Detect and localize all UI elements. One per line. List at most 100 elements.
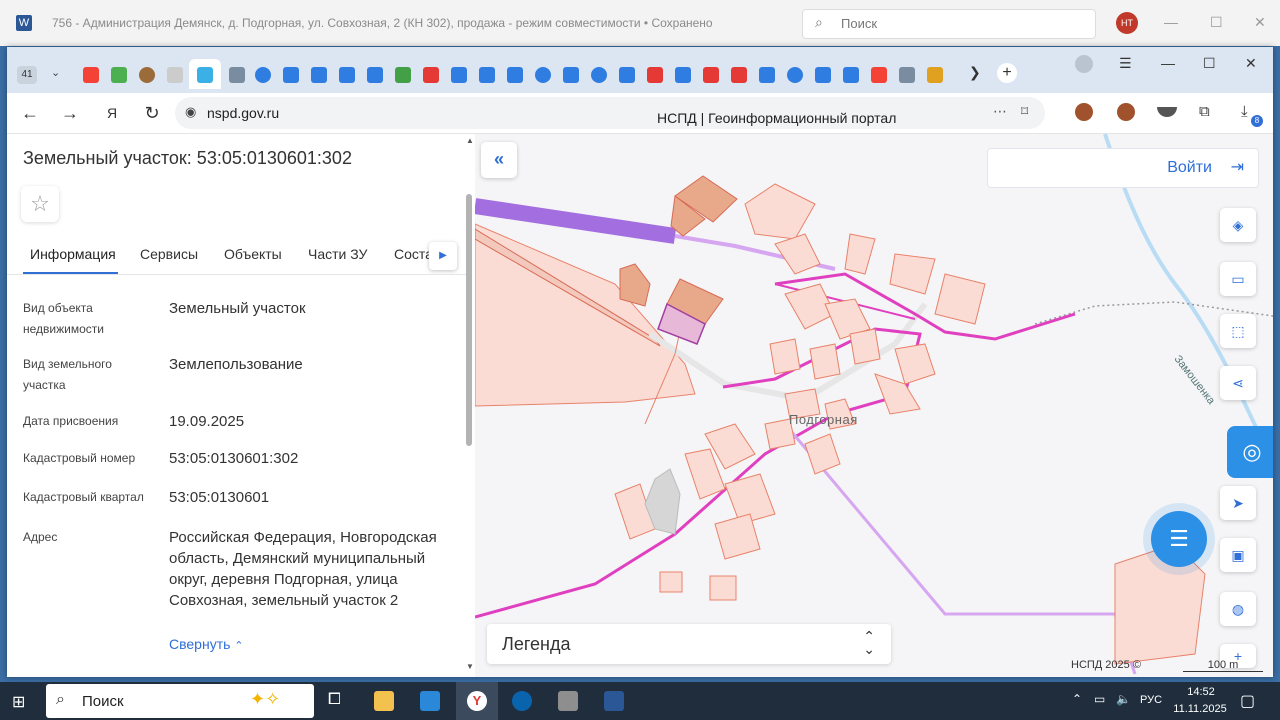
select-area-button[interactable]: ⬚: [1220, 314, 1256, 348]
extensions-icon[interactable]: ⧉: [1199, 103, 1210, 120]
taskbar-active-app[interactable]: Y: [456, 682, 498, 720]
tab-favicon[interactable]: [535, 67, 551, 83]
tab-favicon[interactable]: [563, 67, 579, 83]
legend-panel[interactable]: Легенда ⌃ ⌄: [487, 624, 891, 664]
tab-scroll-right-button[interactable]: ▶: [429, 242, 457, 270]
close-icon[interactable]: ✕: [1254, 14, 1266, 31]
scroll-down-icon[interactable]: ▼: [466, 662, 474, 671]
tab-favicon[interactable]: [167, 67, 183, 83]
bookmark-icon[interactable]: ⌑: [1021, 103, 1028, 120]
taskbar-search[interactable]: ⌕ Поиск ✦✧: [46, 684, 314, 718]
map-canvas[interactable]: [475, 134, 1273, 677]
chevron-right-icon[interactable]: ❯: [969, 64, 981, 81]
extension-icon[interactable]: [1117, 103, 1135, 121]
locate-button[interactable]: ➤: [1220, 486, 1256, 520]
tab-favicon[interactable]: [423, 67, 439, 83]
profile-icon[interactable]: [1075, 55, 1093, 73]
tab-favicon[interactable]: [731, 67, 747, 83]
ruler-button[interactable]: ▭: [1220, 262, 1256, 296]
tab-favicon[interactable]: [83, 67, 99, 83]
collapse-link[interactable]: Свернуть ⌃: [169, 636, 244, 652]
map-area[interactable]: Подгорная Замошенка « Войти ⇥ ◈ ▭ ⬚ ⋖ ◎ …: [475, 134, 1273, 677]
tab-favicon[interactable]: [507, 67, 523, 83]
tab-favicon[interactable]: [339, 67, 355, 83]
new-tab-button[interactable]: +: [997, 63, 1017, 83]
more-icon[interactable]: ⋯: [993, 103, 1007, 120]
word-icon[interactable]: [604, 691, 624, 711]
tab-favicon[interactable]: [367, 67, 383, 83]
clock-time[interactable]: 14:52: [1176, 686, 1226, 698]
tab-favicon[interactable]: [591, 67, 607, 83]
reload-icon[interactable]: ↻: [141, 103, 163, 124]
search-location-button[interactable]: ◍: [1220, 592, 1256, 626]
tab-favicon[interactable]: [927, 67, 943, 83]
tab-objects[interactable]: Объекты: [224, 246, 282, 262]
tab-favicon[interactable]: [395, 67, 411, 83]
layers-button[interactable]: ◈: [1220, 208, 1256, 242]
tab-favicon[interactable]: [311, 67, 327, 83]
tab-favicon[interactable]: [111, 67, 127, 83]
favorite-button[interactable]: ☆: [21, 186, 59, 222]
tab-favicon[interactable]: [255, 67, 271, 83]
scrollbar-thumb[interactable]: [466, 194, 472, 446]
windows-start-icon[interactable]: ⊞: [12, 692, 25, 712]
tab-composition[interactable]: Соста: [394, 246, 434, 262]
maximize-icon[interactable]: ☐: [1203, 55, 1216, 72]
minimize-icon[interactable]: —: [1161, 55, 1175, 71]
maximize-icon[interactable]: ☐: [1210, 14, 1223, 31]
back-icon[interactable]: ←: [19, 103, 41, 124]
tab-favicon[interactable]: [675, 67, 691, 83]
chevron-up-icon[interactable]: ⌃: [1072, 692, 1082, 706]
login-button[interactable]: Войти ⇥: [987, 148, 1259, 188]
language-indicator[interactable]: РУС: [1140, 694, 1162, 706]
word-search-input[interactable]: ⌕ Поиск: [802, 9, 1096, 39]
tab-favicon[interactable]: [759, 67, 775, 83]
tab-favicon[interactable]: [479, 67, 495, 83]
tab-favicon[interactable]: [787, 67, 803, 83]
tab-favicon[interactable]: [871, 67, 887, 83]
active-tab[interactable]: [189, 59, 221, 89]
tab-favicon[interactable]: [843, 67, 859, 83]
tab-count-badge[interactable]: 41: [17, 66, 37, 84]
collapse-panel-button[interactable]: «: [481, 142, 517, 178]
tab-favicon[interactable]: [619, 67, 635, 83]
extension-icon[interactable]: [1075, 103, 1093, 121]
yandex-icon[interactable]: Я: [101, 105, 123, 121]
tab-services[interactable]: Сервисы: [140, 246, 198, 262]
url-field[interactable]: ◉ nspd.gov.ru НСПД | Геоинформационный п…: [175, 97, 1045, 129]
tab-favicon[interactable]: [451, 67, 467, 83]
tab-favicon[interactable]: [229, 67, 245, 83]
expand-icon[interactable]: ⌃ ⌄: [863, 629, 875, 656]
chevron-down-icon[interactable]: ⌄: [51, 66, 60, 79]
scroll-up-icon[interactable]: ▲: [466, 136, 474, 145]
minimize-icon[interactable]: —: [1164, 14, 1178, 30]
volume-icon[interactable]: 🔈: [1116, 692, 1131, 706]
nspd-widget-button[interactable]: ◎: [1227, 426, 1273, 478]
task-view-icon[interactable]: ⧠: [328, 691, 341, 709]
pip-icon: ▣: [1231, 547, 1245, 563]
store-icon[interactable]: [420, 691, 440, 711]
menu-icon[interactable]: ☰: [1119, 55, 1132, 72]
picture-in-picture-button[interactable]: ▣: [1220, 538, 1256, 572]
outlook-icon[interactable]: [512, 691, 532, 711]
tab-favicon[interactable]: [899, 67, 915, 83]
tab-favicon[interactable]: [815, 67, 831, 83]
app-icon[interactable]: [558, 691, 578, 711]
tab-favicon[interactable]: [139, 67, 155, 83]
avatar[interactable]: НТ: [1116, 12, 1138, 34]
clock-date[interactable]: 11.11.2025: [1172, 703, 1228, 715]
download-icon[interactable]: ⤓: [1241, 103, 1248, 120]
share-button[interactable]: ⋖: [1220, 366, 1256, 400]
tab-parts[interactable]: Части ЗУ: [308, 246, 367, 262]
notifications-icon[interactable]: ▢: [1240, 691, 1255, 711]
tab-favicon[interactable]: [703, 67, 719, 83]
extension-icon[interactable]: [1157, 107, 1177, 117]
network-icon[interactable]: ▭: [1094, 692, 1105, 706]
file-explorer-icon[interactable]: [374, 691, 394, 711]
tab-favicon[interactable]: [647, 67, 663, 83]
chat-button[interactable]: ☰: [1151, 511, 1207, 567]
forward-icon[interactable]: →: [59, 103, 81, 124]
tab-information[interactable]: Информация: [30, 246, 116, 262]
tab-favicon[interactable]: [283, 67, 299, 83]
close-icon[interactable]: ✕: [1245, 55, 1257, 72]
